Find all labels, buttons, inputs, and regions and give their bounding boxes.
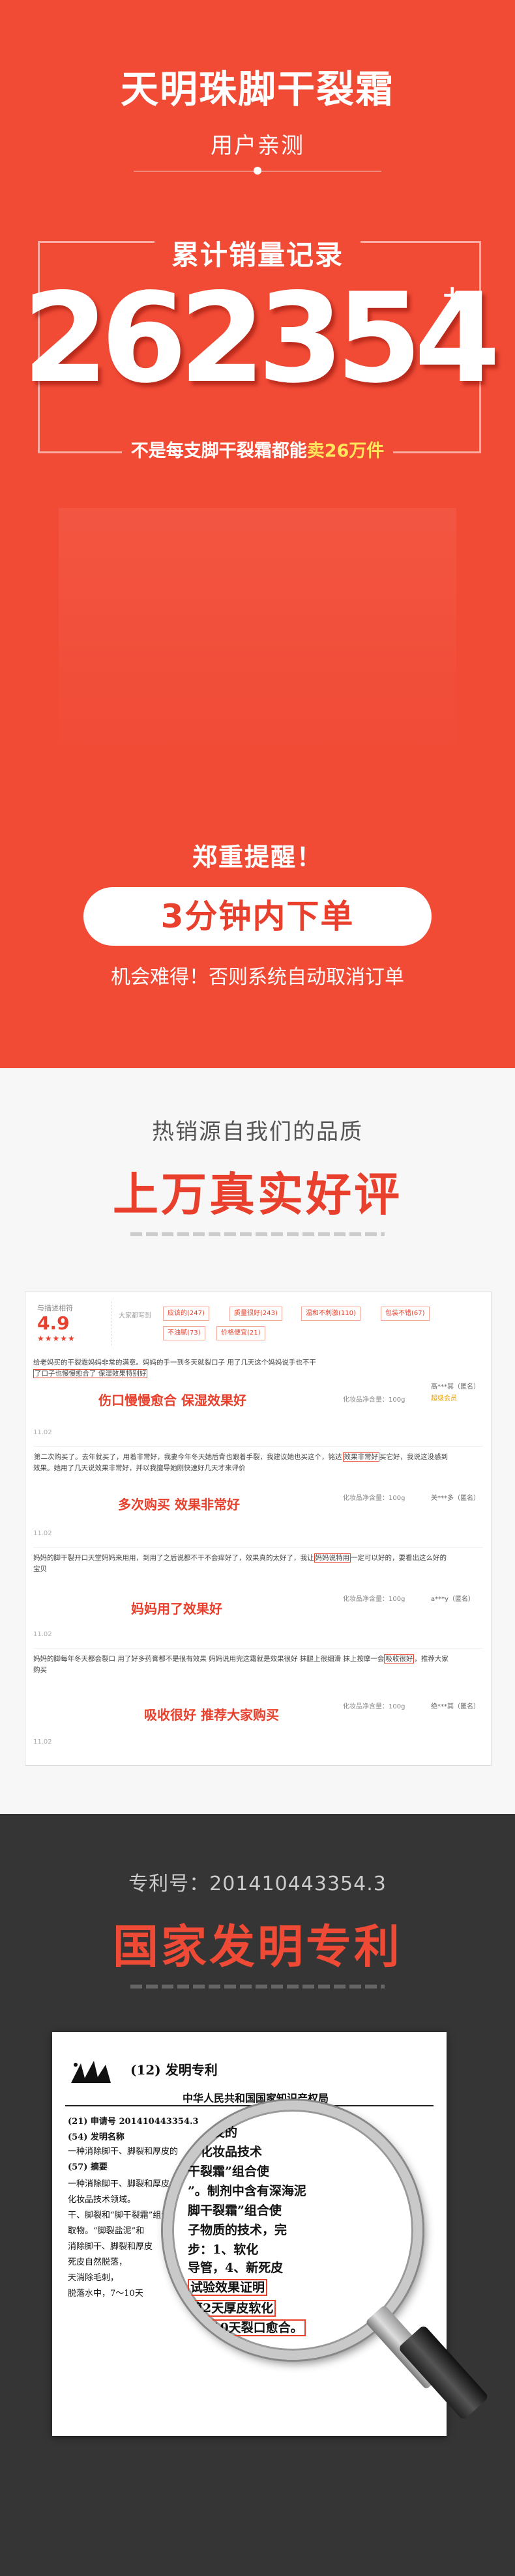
review-date: 11.02 — [33, 1530, 52, 1537]
review-text-part: 给老妈买的干裂霜妈妈非常的满意。妈妈的手一到冬天就裂口子 用了几天这个妈妈说手也… — [33, 1359, 316, 1366]
sales-note: 不是每支脚干裂霜都能卖26万件 — [0, 436, 515, 462]
doc-line: 取物。“脚裂盐泥”和 — [68, 2226, 145, 2236]
review-spec: 化妆品净含量：100g — [343, 1596, 405, 1603]
mag-line: 和厚皮的 — [188, 2125, 238, 2140]
sales-number: 262354 — [22, 266, 500, 410]
review-user-badge: 超级会员 — [431, 1395, 457, 1402]
review-user: 高***其（匿名） — [431, 1383, 480, 1391]
doc-line: 一种消除脚干、脚裂和厚皮的 — [68, 2147, 179, 2157]
review-text-part: 妈妈的脚干裂开口天堂妈妈来用用，到用了之后说都不干不会痒好了，效果真的太好了，我… — [33, 1554, 314, 1562]
section-reviews: 热销源自我们的品质 上万真实好评 与描述相符 4.9 ★★★★★ 大家都写到 应… — [0, 1068, 515, 1814]
review-date: 11.02 — [33, 1631, 52, 1638]
mag-box-healing: 7～10天裂口愈合。 — [188, 2319, 306, 2336]
product-subtitle: 用户亲测 — [211, 133, 304, 159]
review-highlight: 吸收很好 推荐大家购买 — [144, 1707, 279, 1723]
rating-label: 与描述相符 — [37, 1304, 73, 1312]
doc-line: 一种消除脚干、脚裂和厚皮 — [68, 2179, 170, 2189]
review-item: 妈妈的脚干裂开口天堂妈妈来用用，到用了之后说都不干不会痒好了，效果真的太好了，我… — [33, 1553, 483, 1650]
mag-line: 脚干裂霜”组合使 — [188, 2203, 282, 2218]
review-text-boxed: 妈妈说特用 — [314, 1553, 351, 1563]
review-highlight: 多次购买 效果非常好 — [118, 1497, 240, 1512]
section-sales: 天明珠脚干裂霜 用户亲测 累计销量记录 262354 + 不是每支脚干裂霜都能卖… — [0, 0, 515, 1068]
review-tag[interactable]: 不油腻(73) — [163, 1326, 205, 1340]
doc-line: 死皮自然脱落， — [68, 2258, 128, 2267]
review-item: 第二次购买了。去年就买了，用着非常好，我妻今年冬天她后背也跟着手裂，我建议她也买… — [33, 1452, 483, 1550]
mag-line: 7～10天裂口愈合。 — [188, 2318, 306, 2336]
review-separator — [33, 1446, 483, 1447]
decorative-text-line — [130, 1985, 385, 1989]
mag-line: 子物质的技术，完 — [188, 2223, 287, 2237]
review-highlight: 伤口慢慢愈合 保湿效果好 — [98, 1393, 246, 1408]
doc-title: (12) 发明专利 — [130, 2062, 218, 2078]
review-text: 第二次购买了。去年就买了，用着非常好，我妻今年冬天她后背也跟着手裂，我建议她也买… — [33, 1452, 450, 1474]
decorative-text-line — [130, 1232, 385, 1236]
doc-line: (57) 摘要 — [68, 2162, 108, 2172]
review-user: 绝***其（匿名） — [431, 1703, 480, 1710]
review-date: 11.02 — [33, 1738, 52, 1746]
rating-block: 与描述相符 4.9 ★★★★★ — [37, 1303, 76, 1343]
review-text: 给老妈买的干裂霜妈妈非常的满意。妈妈的手一到冬天就裂口子 用了几天这个妈妈说手也… — [33, 1357, 450, 1380]
product-title: 天明珠脚干裂霜 — [120, 67, 394, 111]
review-spec: 化妆品净含量：100g — [343, 1396, 405, 1404]
review-text-boxed: 了口子也慢慢愈合了 保湿效果特别好 — [33, 1369, 148, 1378]
review-text-boxed: 吸收很好 — [384, 1654, 415, 1663]
mag-line: 干裂霜”组合使 — [188, 2164, 269, 2179]
mag-line: 步：1、软化 — [188, 2243, 259, 2257]
doc-rule — [65, 2105, 434, 2106]
review-date: 11.02 — [33, 1429, 52, 1436]
background-haze — [59, 508, 456, 756]
tags-box: 大家都写到 应该的(247) 质量很好(243) 温和不刺激(110) 包装不错… — [111, 1301, 484, 1346]
reviews-card: 与描述相符 4.9 ★★★★★ 大家都写到 应该的(247) 质量很好(243)… — [25, 1292, 492, 1766]
review-text: 妈妈的脚每年冬天都会裂口 用了好多药膏都不是很有效果 妈妈说用完这霜就是效果很好… — [33, 1654, 450, 1676]
patent-number: 专利号：201410443354.3 — [128, 1873, 387, 1895]
sales-note-highlight: 卖26万件 — [306, 436, 385, 462]
review-highlight: 妈妈用了效果好 — [131, 1601, 222, 1617]
review-spec: 化妆品净含量：100g — [343, 1495, 405, 1502]
doc-line: (21) 申请号 201410443354.3 — [68, 2117, 199, 2127]
review-text-part: 第二次购买了。去年就买了，用着非常好，我妻今年冬天她后背也跟着手裂，我建议她也买… — [34, 1453, 342, 1461]
review-tag[interactable]: 质量很好(243) — [229, 1307, 282, 1321]
mag-box-softening: 第2天厚皮软化 — [188, 2300, 276, 2317]
review-separator — [33, 1547, 483, 1548]
reviews-heading: 上万真实好评 — [113, 1168, 402, 1221]
tags-hint: 大家都写到 — [119, 1312, 151, 1320]
doc-line: 脱落水中，7～10天 — [68, 2289, 143, 2299]
review-user: a***y（匿名） — [431, 1596, 475, 1603]
review-tag[interactable]: 价格便宜(21) — [216, 1326, 265, 1340]
sales-plus: + — [441, 280, 464, 310]
review-item: 给老妈买的干裂霜妈妈非常的满意。妈妈的手一到冬天就裂口子 用了几天这个妈妈说手也… — [33, 1357, 483, 1449]
mag-line: 于化妆品技术 — [188, 2145, 263, 2159]
rating-value: 4.9 — [37, 1312, 70, 1334]
chance-text: 机会难得！否则系统自动取消订单 — [111, 966, 404, 989]
remind-heading: 郑重提醒！ — [192, 843, 323, 871]
review-tag[interactable]: 温和不刺激(110) — [301, 1307, 360, 1321]
section-patent: 专利号：201410443354.3 国家发明专利 (12) 发明专利 中华人民… — [0, 1814, 515, 2576]
doc-line: 消除脚干、脚裂和厚皮 — [68, 2242, 153, 2252]
review-text-boxed: 效果非常好 — [342, 1452, 379, 1462]
mag-line: 第2天厚皮软化 — [188, 2299, 276, 2317]
review-text: 妈妈的脚干裂开口天堂妈妈来用用，到用了之后说都不干不会痒好了，效果真的太好了，我… — [33, 1553, 450, 1575]
patent-heading: 国家发明专利 — [113, 1920, 402, 1974]
doc-line: 天消除毛刺， — [68, 2273, 119, 2283]
review-user: 关***多（匿名） — [431, 1495, 480, 1502]
review-text-part: 妈妈的脚每年冬天都会裂口 用了好多药膏都不是很有效果 妈妈说用完这霜就是效果很好… — [33, 1655, 385, 1663]
doc-line: 化妆品技术领域。 — [68, 2195, 136, 2205]
order-pill: 3分钟内下单 — [83, 887, 432, 946]
review-item: 妈妈的脚每年冬天都会裂口 用了好多药膏都不是很有效果 妈妈说用完这霜就是效果很好… — [33, 1654, 483, 1751]
reviews-top-text: 热销源自我们的品质 — [152, 1119, 363, 1145]
divider-dot — [254, 167, 261, 175]
patent-office-logo-icon — [71, 2061, 111, 2083]
sales-note-prefix: 不是每支脚干裂霜都能 — [130, 436, 307, 462]
review-tag[interactable]: 应该的(247) — [163, 1307, 209, 1321]
mag-line: 导管，4、新死皮 — [188, 2261, 284, 2275]
mag-line: ”。制剂中含有深海泥 — [188, 2184, 306, 2198]
review-spec: 化妆品净含量：100g — [343, 1703, 405, 1710]
doc-line: 干、脚裂和“脚干裂霜”组合 — [68, 2211, 170, 2220]
mag-line: 试验效果证明 — [188, 2278, 268, 2296]
review-tag[interactable]: 包装不错(67) — [381, 1307, 430, 1321]
review-separator — [33, 1648, 483, 1649]
doc-line: (54) 发明名称 — [68, 2132, 125, 2142]
rating-stars-icon: ★★★★★ — [37, 1334, 76, 1343]
mag-box-proof: 试验效果证明 — [188, 2279, 268, 2296]
